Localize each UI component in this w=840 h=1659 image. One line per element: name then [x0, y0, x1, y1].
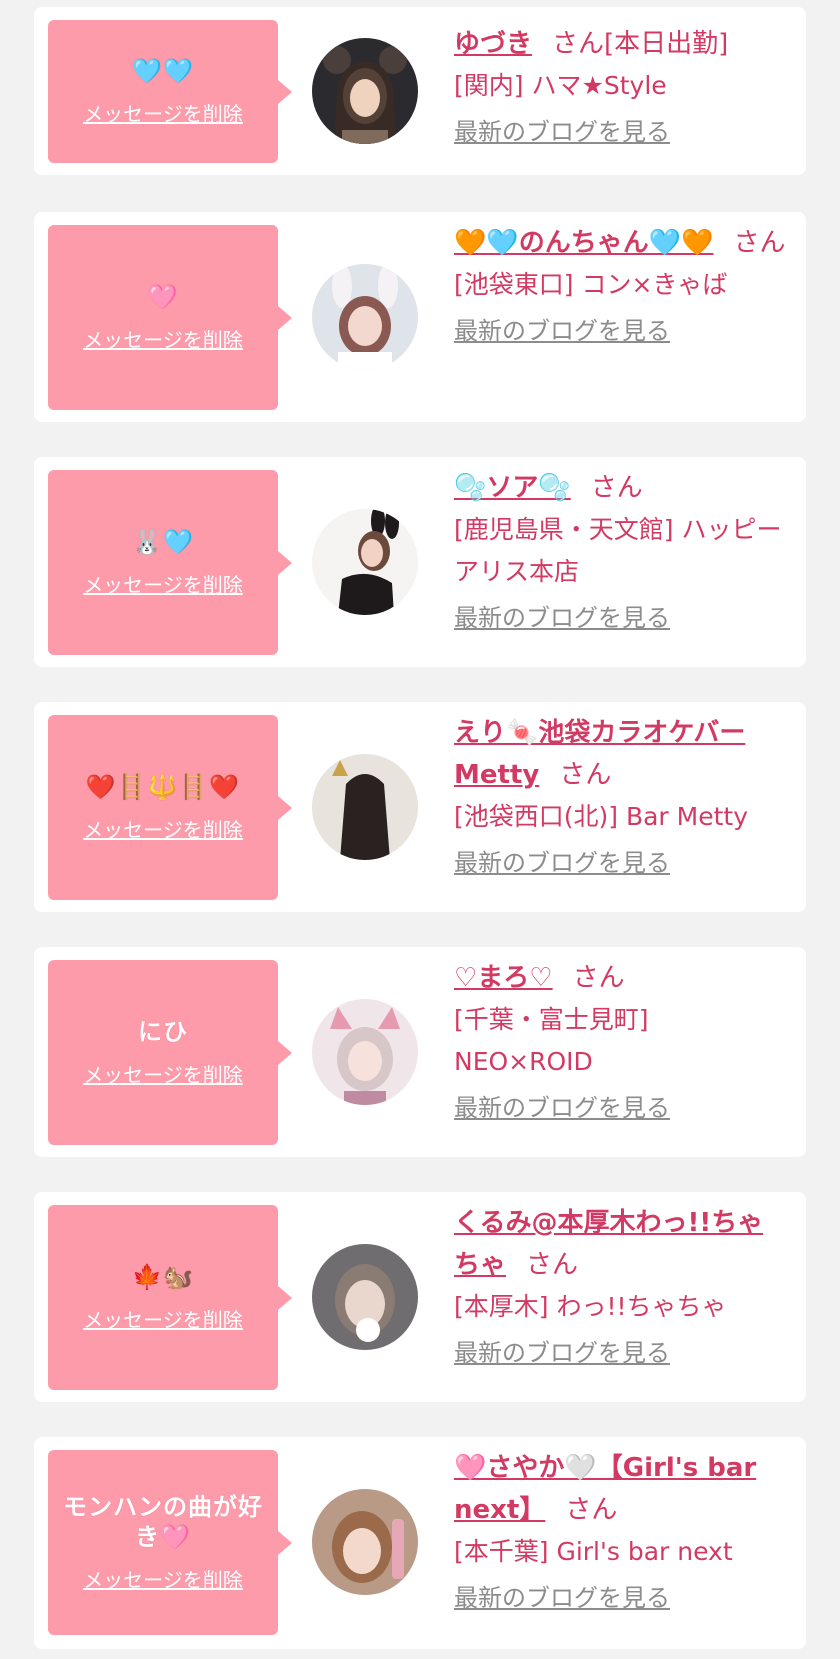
- latest-blog-link[interactable]: 最新のブログを見る: [454, 1583, 670, 1613]
- san-suffix: さん: [572, 963, 625, 993]
- shop-info: [千葉・富士見町] NEO×ROID: [454, 1005, 649, 1076]
- message-card: ❤️🪜🔱🪜❤️ メッセージを削除 えり🍬池袋カラオケバーMetty さん [池袋西…: [34, 702, 806, 912]
- cast-name-link[interactable]: 🧡🩵のんちゃん🩵🧡: [454, 228, 714, 258]
- message-text: ❤️🪜🔱🪜❤️: [85, 773, 241, 801]
- delete-message-link[interactable]: メッセージを削除: [83, 324, 243, 353]
- message-bubble: 🐰🩵 メッセージを削除: [48, 470, 292, 655]
- delete-message-link[interactable]: メッセージを削除: [83, 1059, 243, 1088]
- cast-name-link[interactable]: ゆづき: [454, 29, 532, 59]
- cast-info: くるみ@本厚木わっ!!ちゃちゃ さん [本厚木] わっ!!ちゃちゃ 最新のブログを…: [454, 1202, 786, 1368]
- cast-info: えり🍬池袋カラオケバーMetty さん [池袋西口(北)] Bar Metty 最…: [454, 712, 786, 878]
- message-text: 🍁🐿️: [132, 1263, 194, 1291]
- delete-message-link[interactable]: メッセージを削除: [83, 569, 243, 598]
- cast-name-link[interactable]: くるみ@本厚木わっ!!ちゃちゃ: [454, 1208, 763, 1280]
- message-card: にひ メッセージを削除 ♡まろ♡ さん [千葉・富士見町] NEO×ROID 最新…: [34, 947, 806, 1157]
- message-bubble: にひ メッセージを削除: [48, 960, 292, 1145]
- latest-blog-link[interactable]: 最新のブログを見る: [454, 1338, 670, 1368]
- san-suffix: さん: [526, 1250, 579, 1280]
- san-suffix: さん: [733, 228, 786, 258]
- avatar[interactable]: [312, 1244, 418, 1350]
- delete-message-link[interactable]: メッセージを削除: [83, 1304, 243, 1333]
- message-text: モンハンの曲が好き🩷: [63, 1493, 263, 1551]
- san-suffix: さん: [565, 1495, 618, 1525]
- message-list: 🩵🩵 メッセージを削除 ゆづき さん[本日出勤] [関内] ハマ★Style 最新…: [0, 0, 840, 1659]
- message-bubble: モンハンの曲が好き🩷 メッセージを削除: [48, 1450, 292, 1635]
- cast-info: ♡まろ♡ さん [千葉・富士見町] NEO×ROID 最新のブログを見る: [454, 957, 786, 1123]
- shop-info: [本厚木] わっ!!ちゃちゃ: [454, 1292, 727, 1321]
- delete-message-link[interactable]: メッセージを削除: [83, 814, 243, 843]
- san-suffix: さん: [590, 473, 643, 503]
- shop-info: [関内] ハマ★Style: [454, 71, 667, 100]
- message-bubble: 🩷 メッセージを削除: [48, 225, 292, 410]
- message-text: にひ: [138, 1018, 188, 1046]
- delete-message-link[interactable]: メッセージを削除: [83, 1564, 243, 1593]
- shop-info: [本千葉] Girl's bar next: [454, 1537, 733, 1566]
- latest-blog-link[interactable]: 最新のブログを見る: [454, 1093, 670, 1123]
- message-bubble: 🍁🐿️ メッセージを削除: [48, 1205, 292, 1390]
- shop-info: [池袋東口] コン×きゃば: [454, 270, 728, 299]
- cast-name-link[interactable]: ♡まろ♡: [454, 963, 553, 993]
- san-suffix: さん[本日出勤]: [552, 29, 729, 59]
- message-card: モンハンの曲が好き🩷 メッセージを削除 🩷さやか🤍【Girl's bar nex…: [34, 1437, 806, 1649]
- message-card: 🩵🩵 メッセージを削除 ゆづき さん[本日出勤] [関内] ハマ★Style 最新…: [34, 7, 806, 175]
- avatar[interactable]: [312, 264, 418, 370]
- latest-blog-link[interactable]: 最新のブログを見る: [454, 117, 670, 147]
- cast-info: 🩷さやか🤍【Girl's bar next】 さん [本千葉] Girl's ba…: [454, 1447, 786, 1613]
- cast-info: 🫧ソア🫧 さん [鹿児島県・天文館] ハッピーアリス本店 最新のブログを見る: [454, 467, 786, 633]
- avatar[interactable]: [312, 999, 418, 1105]
- message-bubble: 🩵🩵 メッセージを削除: [48, 20, 292, 163]
- latest-blog-link[interactable]: 最新のブログを見る: [454, 316, 670, 346]
- shop-info: [鹿児島県・天文館] ハッピーアリス本店: [454, 515, 782, 586]
- san-suffix: さん: [559, 760, 612, 790]
- message-bubble: ❤️🪜🔱🪜❤️ メッセージを削除: [48, 715, 292, 900]
- message-text: 🩷: [147, 283, 179, 311]
- message-text: 🩵🩵: [132, 57, 194, 85]
- message-card: 🩷 メッセージを削除 🧡🩵のんちゃん🩵🧡 さん [池袋東口] コン×きゃば 最新の…: [34, 212, 806, 422]
- avatar[interactable]: [312, 1489, 418, 1595]
- cast-name-link[interactable]: 🫧ソア🫧: [454, 473, 571, 503]
- message-card: 🐰🩵 メッセージを削除 🫧ソア🫧 さん [鹿児島県・天文館] ハッピーアリス本店 …: [34, 457, 806, 667]
- cast-info: ゆづき さん[本日出勤] [関内] ハマ★Style 最新のブログを見る: [454, 23, 786, 147]
- delete-message-link[interactable]: メッセージを削除: [83, 98, 243, 127]
- avatar[interactable]: [312, 754, 418, 860]
- cast-info: 🧡🩵のんちゃん🩵🧡 さん [池袋東口] コン×きゃば 最新のブログを見る: [454, 222, 786, 346]
- avatar[interactable]: [312, 38, 418, 144]
- message-text: 🐰🩵: [132, 528, 194, 556]
- shop-info: [池袋西口(北)] Bar Metty: [454, 802, 749, 831]
- message-card: 🍁🐿️ メッセージを削除 くるみ@本厚木わっ!!ちゃちゃ さん [本厚木] わっ!…: [34, 1192, 806, 1402]
- avatar[interactable]: [312, 509, 418, 615]
- latest-blog-link[interactable]: 最新のブログを見る: [454, 848, 670, 878]
- latest-blog-link[interactable]: 最新のブログを見る: [454, 603, 670, 633]
